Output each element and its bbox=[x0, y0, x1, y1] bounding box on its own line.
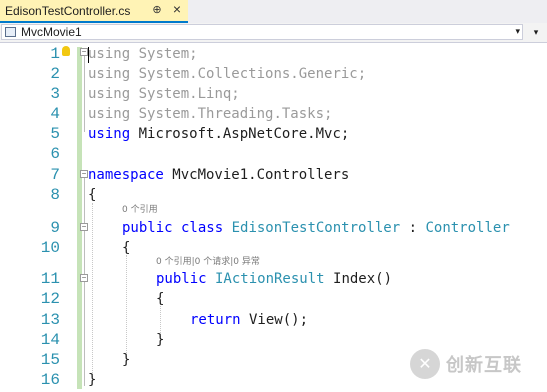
keyword: using bbox=[88, 106, 131, 122]
code-line: 5 using Microsoft.AspNetCore.Mvc; bbox=[0, 125, 547, 143]
code-line: 1 using System; bbox=[0, 45, 547, 63]
code-line: 6 bbox=[0, 145, 547, 163]
project-name: MvcMovie1 bbox=[21, 25, 82, 39]
chevron-down-icon: ▾ bbox=[515, 26, 520, 36]
keyword: using bbox=[88, 126, 131, 142]
keyword: return bbox=[190, 312, 241, 328]
line-number: 5 bbox=[50, 125, 60, 143]
code-text: Index() bbox=[324, 271, 393, 287]
pin-icon[interactable]: ⊕ bbox=[150, 3, 164, 16]
brace: { bbox=[88, 187, 97, 203]
codelens-references[interactable]: 0 个引用|0 个请求|0 异常 bbox=[156, 256, 260, 268]
line-number: 13 bbox=[40, 311, 60, 329]
code-line: 2 using System.Collections.Generic; bbox=[0, 65, 547, 83]
keyword: namespace bbox=[88, 167, 164, 183]
keyword: using bbox=[88, 66, 131, 82]
navigation-bar: MvcMovie1 ▾ ▾ bbox=[0, 23, 547, 43]
code-line: 4 using System.Threading.Tasks; bbox=[0, 105, 547, 123]
code-line: 7 namespace MvcMovie1.Controllers bbox=[0, 166, 547, 184]
watermark-text: 创新互联 bbox=[446, 355, 522, 375]
code-text: : bbox=[400, 220, 426, 236]
type-name: EdisonTestController bbox=[231, 220, 401, 236]
keyword: class bbox=[172, 220, 232, 236]
type-name: IActionResult bbox=[206, 271, 325, 287]
code-line: 10 { bbox=[0, 239, 547, 257]
line-number: 15 bbox=[40, 351, 60, 369]
brace: } bbox=[88, 372, 97, 388]
code-text: System.Threading.Tasks; bbox=[130, 106, 333, 122]
watermark-logo-icon: ✕ bbox=[410, 349, 440, 379]
line-number: 4 bbox=[50, 105, 60, 123]
line-number: 7 bbox=[50, 166, 60, 184]
code-line: 11 public IActionResult Index() bbox=[0, 270, 547, 288]
code-editor[interactable]: − − − − 1 using System; 2 using System.C… bbox=[0, 43, 547, 392]
split-view-button[interactable]: ▾ bbox=[526, 24, 546, 40]
chevron-down-icon: ▾ bbox=[533, 26, 539, 37]
line-number: 16 bbox=[40, 371, 60, 389]
code-text: System; bbox=[130, 46, 198, 62]
line-number: 9 bbox=[50, 219, 60, 237]
line-number: 11 bbox=[40, 270, 60, 288]
code-line: 12 { bbox=[0, 290, 547, 308]
keyword: using bbox=[88, 86, 131, 102]
code-line: 13 return View(); bbox=[0, 311, 547, 329]
line-number: 8 bbox=[50, 186, 60, 204]
brace: { bbox=[156, 291, 165, 307]
close-icon[interactable]: × bbox=[170, 1, 184, 17]
project-icon bbox=[5, 27, 16, 37]
tab-title: EdisonTestController.cs bbox=[5, 3, 131, 18]
line-number: 1 bbox=[50, 45, 60, 63]
brace: } bbox=[122, 352, 131, 368]
logo-glyph: ✕ bbox=[418, 356, 432, 373]
code-text: System.Linq; bbox=[130, 86, 240, 102]
code-line: 8 { bbox=[0, 186, 547, 204]
code-line: 3 using System.Linq; bbox=[0, 85, 547, 103]
line-number: 2 bbox=[50, 65, 60, 83]
keyword: public bbox=[122, 220, 173, 236]
project-dropdown[interactable]: MvcMovie1 ▾ bbox=[1, 24, 523, 40]
brace: } bbox=[156, 332, 165, 348]
line-number: 12 bbox=[40, 290, 60, 308]
line-number: 6 bbox=[50, 145, 60, 163]
codelens-references[interactable]: 0 个引用 bbox=[122, 204, 158, 216]
code-text: View(); bbox=[240, 312, 309, 328]
brace: { bbox=[122, 240, 131, 256]
document-tab-strip: EdisonTestController.cs ⊕ × bbox=[0, 0, 547, 23]
code-text: System.Collections.Generic; bbox=[130, 66, 367, 82]
code-text: Microsoft.AspNetCore.Mvc; bbox=[130, 126, 350, 142]
text-caret bbox=[88, 47, 89, 63]
keyword: using bbox=[88, 46, 131, 62]
type-name: Controller bbox=[425, 220, 510, 236]
keyword: public bbox=[156, 271, 207, 287]
watermark: ✕ 创新互联 bbox=[410, 344, 547, 384]
line-number: 14 bbox=[40, 331, 60, 349]
line-number: 3 bbox=[50, 85, 60, 103]
document-tab[interactable]: EdisonTestController.cs ⊕ × bbox=[0, 0, 188, 23]
line-number: 10 bbox=[40, 239, 60, 257]
code-line: 9 public class EdisonTestController : Co… bbox=[0, 219, 547, 237]
code-text: MvcMovie1.Controllers bbox=[163, 167, 350, 183]
